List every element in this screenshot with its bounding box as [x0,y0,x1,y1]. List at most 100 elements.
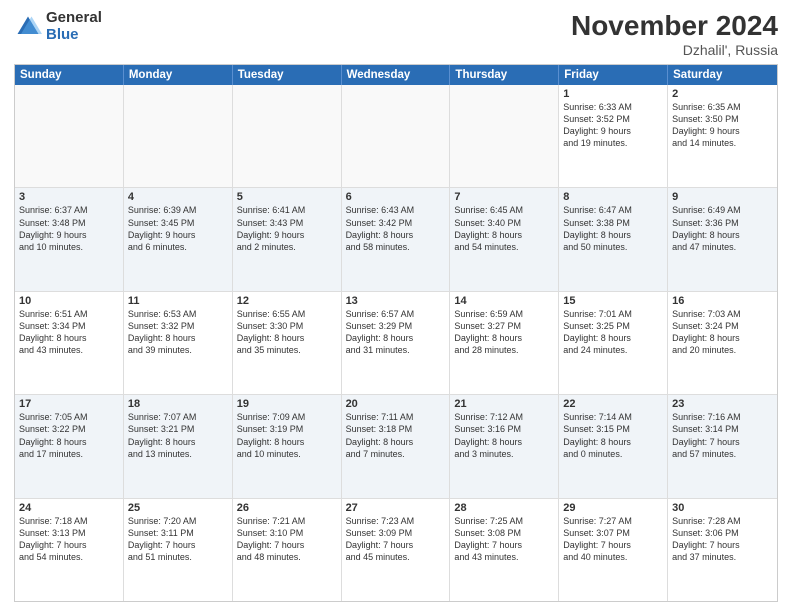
calendar-header-wednesday: Wednesday [342,65,451,85]
calendar-cell-empty-1 [124,85,233,187]
header: General Blue November 2024 Dzhalil', Rus… [14,10,778,58]
day-info: Sunrise: 6:55 AM Sunset: 3:30 PM Dayligh… [237,308,337,357]
calendar-cell-empty-2 [233,85,342,187]
calendar-row-4: 17Sunrise: 7:05 AM Sunset: 3:22 PM Dayli… [15,395,777,498]
day-info: Sunrise: 7:20 AM Sunset: 3:11 PM Dayligh… [128,515,228,564]
day-number: 29 [563,502,663,514]
day-number: 15 [563,295,663,307]
day-info: Sunrise: 6:35 AM Sunset: 3:50 PM Dayligh… [672,101,773,150]
day-number: 7 [454,191,554,203]
day-number: 23 [672,398,773,410]
title-month: November 2024 [571,10,778,42]
day-number: 18 [128,398,228,410]
day-info: Sunrise: 6:53 AM Sunset: 3:32 PM Dayligh… [128,308,228,357]
calendar-cell-2: 2Sunrise: 6:35 AM Sunset: 3:50 PM Daylig… [668,85,777,187]
day-info: Sunrise: 7:03 AM Sunset: 3:24 PM Dayligh… [672,308,773,357]
calendar-body: 1Sunrise: 6:33 AM Sunset: 3:52 PM Daylig… [15,85,777,601]
calendar-cell-20: 20Sunrise: 7:11 AM Sunset: 3:18 PM Dayli… [342,395,451,497]
calendar-cell-6: 6Sunrise: 6:43 AM Sunset: 3:42 PM Daylig… [342,188,451,290]
day-info: Sunrise: 6:57 AM Sunset: 3:29 PM Dayligh… [346,308,446,357]
calendar-cell-21: 21Sunrise: 7:12 AM Sunset: 3:16 PM Dayli… [450,395,559,497]
day-info: Sunrise: 6:43 AM Sunset: 3:42 PM Dayligh… [346,204,446,253]
calendar-cell-4: 4Sunrise: 6:39 AM Sunset: 3:45 PM Daylig… [124,188,233,290]
calendar-cell-27: 27Sunrise: 7:23 AM Sunset: 3:09 PM Dayli… [342,499,451,601]
day-number: 24 [19,502,119,514]
calendar-cell-11: 11Sunrise: 6:53 AM Sunset: 3:32 PM Dayli… [124,292,233,394]
calendar-row-5: 24Sunrise: 7:18 AM Sunset: 3:13 PM Dayli… [15,499,777,601]
calendar-cell-12: 12Sunrise: 6:55 AM Sunset: 3:30 PM Dayli… [233,292,342,394]
day-number: 26 [237,502,337,514]
calendar-cell-1: 1Sunrise: 6:33 AM Sunset: 3:52 PM Daylig… [559,85,668,187]
calendar-cell-18: 18Sunrise: 7:07 AM Sunset: 3:21 PM Dayli… [124,395,233,497]
calendar-row-2: 3Sunrise: 6:37 AM Sunset: 3:48 PM Daylig… [15,188,777,291]
day-info: Sunrise: 7:27 AM Sunset: 3:07 PM Dayligh… [563,515,663,564]
calendar-cell-7: 7Sunrise: 6:45 AM Sunset: 3:40 PM Daylig… [450,188,559,290]
day-number: 3 [19,191,119,203]
calendar-row-1: 1Sunrise: 6:33 AM Sunset: 3:52 PM Daylig… [15,85,777,188]
page: General Blue November 2024 Dzhalil', Rus… [0,0,792,612]
day-info: Sunrise: 7:21 AM Sunset: 3:10 PM Dayligh… [237,515,337,564]
day-number: 20 [346,398,446,410]
day-info: Sunrise: 7:23 AM Sunset: 3:09 PM Dayligh… [346,515,446,564]
day-number: 5 [237,191,337,203]
day-info: Sunrise: 7:25 AM Sunset: 3:08 PM Dayligh… [454,515,554,564]
day-number: 12 [237,295,337,307]
day-number: 9 [672,191,773,203]
calendar-cell-13: 13Sunrise: 6:57 AM Sunset: 3:29 PM Dayli… [342,292,451,394]
calendar-cell-10: 10Sunrise: 6:51 AM Sunset: 3:34 PM Dayli… [15,292,124,394]
logo-icon [14,13,42,41]
calendar-cell-8: 8Sunrise: 6:47 AM Sunset: 3:38 PM Daylig… [559,188,668,290]
calendar-cell-17: 17Sunrise: 7:05 AM Sunset: 3:22 PM Dayli… [15,395,124,497]
day-number: 21 [454,398,554,410]
calendar-cell-15: 15Sunrise: 7:01 AM Sunset: 3:25 PM Dayli… [559,292,668,394]
calendar-cell-29: 29Sunrise: 7:27 AM Sunset: 3:07 PM Dayli… [559,499,668,601]
day-number: 17 [19,398,119,410]
calendar-cell-9: 9Sunrise: 6:49 AM Sunset: 3:36 PM Daylig… [668,188,777,290]
calendar-cell-5: 5Sunrise: 6:41 AM Sunset: 3:43 PM Daylig… [233,188,342,290]
calendar-cell-23: 23Sunrise: 7:16 AM Sunset: 3:14 PM Dayli… [668,395,777,497]
day-number: 27 [346,502,446,514]
calendar-header: SundayMondayTuesdayWednesdayThursdayFrid… [15,65,777,85]
calendar-cell-24: 24Sunrise: 7:18 AM Sunset: 3:13 PM Dayli… [15,499,124,601]
calendar-cell-empty-3 [342,85,451,187]
logo-text: General Blue [46,10,102,43]
calendar-cell-empty-4 [450,85,559,187]
day-number: 16 [672,295,773,307]
day-number: 30 [672,502,773,514]
day-info: Sunrise: 6:51 AM Sunset: 3:34 PM Dayligh… [19,308,119,357]
calendar-cell-3: 3Sunrise: 6:37 AM Sunset: 3:48 PM Daylig… [15,188,124,290]
logo: General Blue [14,10,102,43]
day-info: Sunrise: 7:28 AM Sunset: 3:06 PM Dayligh… [672,515,773,564]
calendar-header-sunday: Sunday [15,65,124,85]
calendar-cell-26: 26Sunrise: 7:21 AM Sunset: 3:10 PM Dayli… [233,499,342,601]
day-info: Sunrise: 7:07 AM Sunset: 3:21 PM Dayligh… [128,411,228,460]
day-info: Sunrise: 6:47 AM Sunset: 3:38 PM Dayligh… [563,204,663,253]
calendar-header-thursday: Thursday [450,65,559,85]
day-number: 25 [128,502,228,514]
calendar-cell-19: 19Sunrise: 7:09 AM Sunset: 3:19 PM Dayli… [233,395,342,497]
day-number: 6 [346,191,446,203]
calendar-cell-30: 30Sunrise: 7:28 AM Sunset: 3:06 PM Dayli… [668,499,777,601]
day-info: Sunrise: 7:16 AM Sunset: 3:14 PM Dayligh… [672,411,773,460]
calendar: SundayMondayTuesdayWednesdayThursdayFrid… [14,64,778,602]
calendar-cell-16: 16Sunrise: 7:03 AM Sunset: 3:24 PM Dayli… [668,292,777,394]
day-number: 22 [563,398,663,410]
day-number: 11 [128,295,228,307]
day-info: Sunrise: 6:49 AM Sunset: 3:36 PM Dayligh… [672,204,773,253]
calendar-cell-empty-0 [15,85,124,187]
day-info: Sunrise: 7:09 AM Sunset: 3:19 PM Dayligh… [237,411,337,460]
calendar-header-tuesday: Tuesday [233,65,342,85]
day-number: 8 [563,191,663,203]
day-info: Sunrise: 7:05 AM Sunset: 3:22 PM Dayligh… [19,411,119,460]
day-number: 10 [19,295,119,307]
logo-general: General [46,10,102,27]
calendar-header-monday: Monday [124,65,233,85]
day-number: 14 [454,295,554,307]
calendar-header-friday: Friday [559,65,668,85]
day-info: Sunrise: 6:41 AM Sunset: 3:43 PM Dayligh… [237,204,337,253]
logo-blue: Blue [46,27,102,44]
day-info: Sunrise: 7:14 AM Sunset: 3:15 PM Dayligh… [563,411,663,460]
day-info: Sunrise: 7:01 AM Sunset: 3:25 PM Dayligh… [563,308,663,357]
day-info: Sunrise: 6:33 AM Sunset: 3:52 PM Dayligh… [563,101,663,150]
day-info: Sunrise: 7:12 AM Sunset: 3:16 PM Dayligh… [454,411,554,460]
